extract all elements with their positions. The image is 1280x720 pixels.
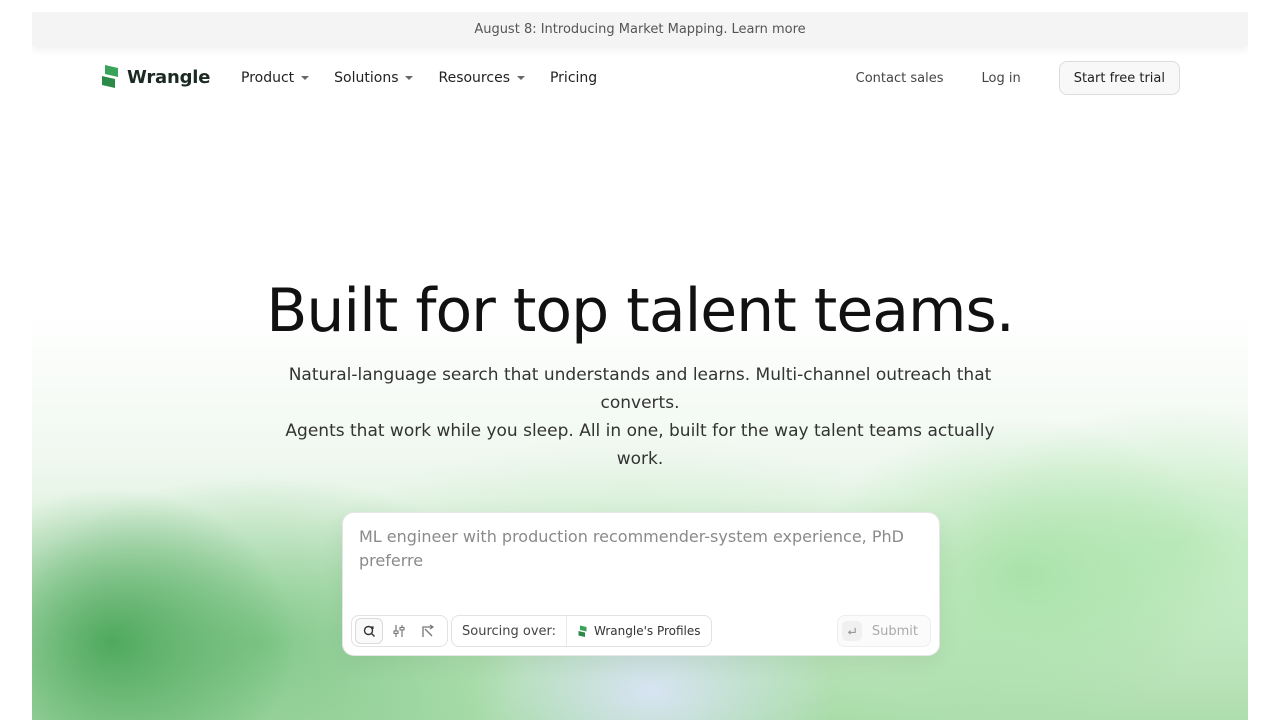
sourcing-selector: Sourcing over: Wrangle's Profiles xyxy=(451,615,712,647)
menu-item-label: Solutions xyxy=(334,70,399,86)
announcement-bar: August 8: Introducing Market Mapping. Le… xyxy=(32,12,1248,46)
submit-button[interactable]: Submit xyxy=(836,615,931,647)
source-dropdown[interactable]: Wrangle's Profiles xyxy=(567,624,710,638)
search-query-input[interactable]: ML engineer with production recommender-… xyxy=(359,525,919,573)
filter-mode-button[interactable] xyxy=(386,619,412,643)
menu-item-label: Pricing xyxy=(549,70,598,86)
chevron-down-icon xyxy=(301,76,310,80)
wrangle-logo-icon xyxy=(578,625,587,637)
start-free-trial-button[interactable]: Start free trial xyxy=(1058,61,1180,95)
hero-subtitle-line: Natural-language search that understands… xyxy=(288,365,992,413)
chevron-down-icon xyxy=(516,76,525,80)
search-tool-group xyxy=(351,615,448,647)
brand-logo-link[interactable]: Wrangle xyxy=(99,64,210,90)
announcement-text: August 8: Introducing Market Mapping. xyxy=(474,21,728,37)
sourcing-label: Sourcing over: xyxy=(452,616,568,646)
search-mode-button[interactable] xyxy=(355,618,383,644)
menu-item-resources[interactable]: Resources xyxy=(438,70,525,86)
menu-item-label: Product xyxy=(241,70,295,86)
main-menu: Product Solutions Resources Pricing xyxy=(241,58,622,98)
page-frame: August 8: Introducing Market Mapping. Le… xyxy=(32,12,1248,720)
log-in-link[interactable]: Log in xyxy=(982,71,1021,86)
submit-label: Submit xyxy=(871,623,918,639)
top-navigation: Wrangle Product Solutions Resources Pric… xyxy=(32,58,1248,98)
contact-sales-link[interactable]: Contact sales xyxy=(856,71,944,86)
menu-item-solutions[interactable]: Solutions xyxy=(334,70,414,86)
menu-item-product[interactable]: Product xyxy=(241,70,310,86)
account-actions: Contact sales Log in Start free trial xyxy=(856,58,1180,98)
branch-arrow-icon xyxy=(422,624,435,637)
brand-name: Wrangle xyxy=(127,66,211,88)
enter-icon xyxy=(841,621,862,641)
hero-title: Built for top talent teams. xyxy=(266,276,1015,346)
menu-item-label: Resources xyxy=(438,70,510,86)
return-arrow-icon xyxy=(848,627,857,635)
menu-item-pricing[interactable]: Pricing xyxy=(550,70,597,86)
source-name: Wrangle's Profiles xyxy=(594,624,701,638)
search-refresh-icon xyxy=(363,625,375,637)
announcement-learn-more-link[interactable]: Learn more xyxy=(732,22,806,37)
search-card: ML engineer with production recommender-… xyxy=(342,512,940,656)
chevron-down-icon xyxy=(405,76,414,80)
branch-mode-button[interactable] xyxy=(415,619,441,643)
hero-subtitle-line: Agents that work while you sleep. All in… xyxy=(285,421,995,469)
sliders-icon xyxy=(393,625,405,637)
hero-subtitle: Natural-language search that understands… xyxy=(280,361,1000,473)
wrangle-logo-icon xyxy=(102,65,118,88)
